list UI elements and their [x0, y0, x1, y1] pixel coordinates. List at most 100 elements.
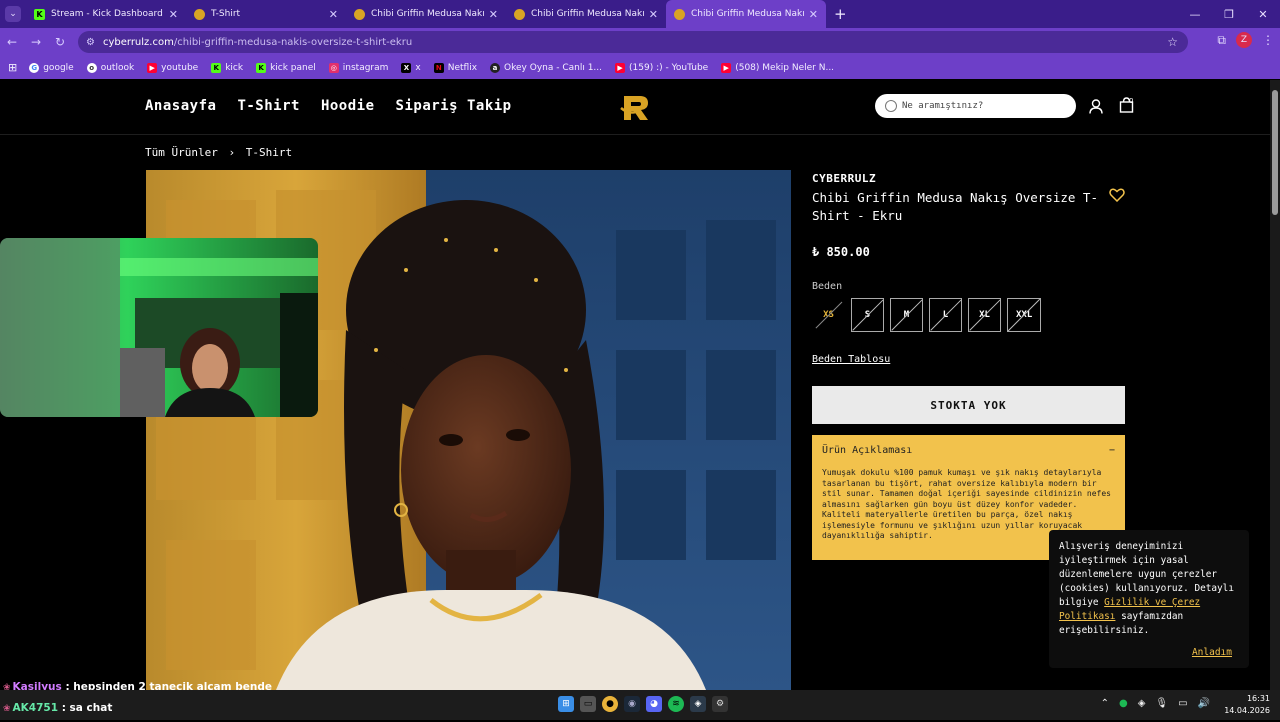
tab-title: T-Shirt	[211, 9, 241, 19]
extensions-icon[interactable]: ⧉	[1217, 33, 1226, 48]
bookmark-label: (159) :) - YouTube	[629, 62, 709, 73]
tray-expand-icon[interactable]: ⌃	[1101, 698, 1109, 709]
browser-tab[interactable]: T-Shirt ✕	[186, 0, 346, 28]
file-explorer-icon[interactable]: ▭	[580, 696, 596, 712]
description-header[interactable]: Ürün Açıklaması −	[822, 445, 1115, 456]
search-box[interactable]	[875, 94, 1076, 118]
browser-tab-bar: ⌄ K Stream - Kick Dashboard ✕ T-Shirt ✕ …	[0, 0, 1280, 28]
bookmark-outlook[interactable]: o outlook	[86, 62, 134, 73]
bookmark-youtube[interactable]: ▶ youtube	[147, 62, 198, 73]
chrome-icon[interactable]: ●	[602, 696, 618, 712]
user-icon[interactable]	[1089, 99, 1103, 114]
close-icon[interactable]: ✕	[649, 8, 658, 21]
minimize-icon[interactable]: —	[1178, 0, 1212, 28]
apps-grid-icon[interactable]: ⊞	[8, 61, 17, 74]
browser-tab[interactable]: Chibi Griffin Medusa Nakış Overs ✕	[346, 0, 506, 28]
tray-app-icon[interactable]: ●	[1119, 698, 1128, 709]
bookmark-label: kick panel	[270, 62, 316, 73]
bookmark-label: instagram	[342, 62, 389, 73]
windows-start-icon[interactable]: ⊞	[558, 696, 574, 712]
google-icon: G	[29, 62, 40, 73]
outlook-icon: o	[86, 62, 97, 73]
bookmark-instagram[interactable]: ◎ instagram	[328, 62, 389, 73]
new-tab-button[interactable]: +	[834, 5, 847, 23]
site-info-icon[interactable]: ⚙	[86, 37, 95, 48]
page-scrollbar[interactable]	[1270, 80, 1280, 690]
close-window-icon[interactable]: ✕	[1246, 0, 1280, 28]
close-icon[interactable]: ✕	[489, 8, 498, 21]
address-bar[interactable]: ⚙ cyberrulz.com/chibi-griffin-medusa-nak…	[78, 31, 1188, 53]
discord-icon[interactable]: ◕	[646, 696, 662, 712]
browser-tab[interactable]: Chibi Griffin Medusa Nakış Overs ✕	[506, 0, 666, 28]
network-icon[interactable]: ▭	[1178, 698, 1187, 709]
chat-username: AK4751	[12, 702, 59, 714]
cyberrulz-logo[interactable]	[618, 90, 652, 124]
bookmark-x[interactable]: Xx	[401, 62, 421, 73]
volume-icon[interactable]: 🔊	[1198, 698, 1210, 709]
back-icon[interactable]: ←	[0, 35, 24, 49]
nav-hoodie[interactable]: Hoodie	[321, 98, 375, 114]
breadcrumb-current[interactable]: T-Shirt	[246, 146, 292, 159]
profile-avatar[interactable]: Z	[1236, 32, 1252, 48]
bookmark-star-icon[interactable]: ☆	[1167, 35, 1178, 49]
bookmark-label: (508) Mekip Neler N...	[735, 62, 835, 73]
cyberrulz-icon	[194, 8, 205, 20]
bookmark-kick[interactable]: Kkick	[211, 62, 243, 73]
breadcrumb-all-products[interactable]: Tüm Ürünler	[145, 146, 218, 159]
cookie-accept-button[interactable]: Anladım	[1192, 647, 1232, 658]
spotify-icon[interactable]: ≋	[668, 696, 684, 712]
search-input[interactable]	[902, 101, 1062, 111]
browser-tab[interactable]: K Stream - Kick Dashboard ✕	[26, 0, 186, 28]
bookmark-okey[interactable]: a Okey Oyna - Canlı 1...	[490, 62, 603, 73]
size-option-s[interactable]: S	[851, 298, 884, 332]
nav-order-tracking[interactable]: Sipariş Takip	[396, 98, 512, 114]
microphone-icon[interactable]: 🎙	[1155, 698, 1168, 709]
more-menu-icon[interactable]: ⋮	[1262, 33, 1274, 47]
restore-icon[interactable]: ❐	[1212, 0, 1246, 28]
bookmark-netflix[interactable]: N Netflix	[433, 62, 478, 73]
kick-icon: K	[211, 62, 222, 73]
breadcrumb-separator: ›	[228, 146, 236, 159]
bookmark-label: x	[415, 62, 421, 73]
forward-icon[interactable]: →	[24, 35, 48, 49]
size-option-xs[interactable]: XS	[812, 298, 845, 332]
steam-alt-icon[interactable]: ◈	[690, 696, 706, 712]
reload-icon[interactable]: ↻	[48, 35, 72, 49]
close-icon[interactable]: ✕	[329, 8, 338, 21]
close-icon[interactable]: ✕	[809, 8, 818, 21]
bookmark-youtube-159[interactable]: ▶ (159) :) - YouTube	[615, 62, 709, 73]
size-option-m[interactable]: M	[890, 298, 923, 332]
okey-icon: a	[490, 62, 501, 73]
product-brand[interactable]: CYBERRULZ	[812, 172, 1125, 185]
site-nav: Anasayfa T-Shirt Hoodie Sipariş Takip	[145, 98, 512, 114]
size-option-xxl[interactable]: XXL	[1007, 298, 1042, 332]
size-options: XS S M L XL XXL	[812, 298, 1125, 332]
nav-tshirt[interactable]: T-Shirt	[237, 98, 300, 114]
app-icon[interactable]: ⚙	[712, 696, 728, 712]
tab-search-button[interactable]: ⌄	[0, 0, 26, 28]
collapse-icon[interactable]: −	[1109, 445, 1115, 456]
close-icon[interactable]: ✕	[169, 8, 178, 21]
browser-tab-active[interactable]: Chibi Griffin Medusa Nakış Overs ✕	[666, 0, 826, 28]
browser-toolbar: ← → ↻ ⚙ cyberrulz.com/chibi-griffin-medu…	[0, 28, 1280, 56]
bookmark-google[interactable]: Ggoogle	[29, 62, 74, 73]
bookmark-youtube-508[interactable]: ▶ (508) Mekip Neler N...	[721, 62, 835, 73]
bookmark-label: Netflix	[447, 62, 478, 73]
scrollbar-thumb[interactable]	[1272, 90, 1278, 215]
steam-icon[interactable]: ◉	[624, 696, 640, 712]
web-page: Anasayfa T-Shirt Hoodie Sipariş Takip 0 …	[0, 80, 1270, 690]
favorite-heart-icon[interactable]	[1109, 188, 1125, 202]
out-of-stock-button[interactable]: STOKTA YOK	[812, 386, 1125, 424]
tray-steam-icon[interactable]: ◈	[1138, 698, 1146, 709]
size-option-l[interactable]: L	[929, 298, 962, 332]
clock[interactable]: 16:31 14.04.2026	[1224, 693, 1270, 717]
bookmark-label: Okey Oyna - Canlı 1...	[504, 62, 603, 73]
bookmarks-bar: ⊞ Ggoogle o outlook ▶ youtube Kkick Kkick …	[0, 56, 1280, 79]
size-table-link[interactable]: Beden Tablosu	[812, 354, 890, 365]
bookmark-label: google	[43, 62, 74, 73]
nav-home[interactable]: Anasayfa	[145, 98, 216, 114]
size-option-xl[interactable]: XL	[968, 298, 1001, 332]
size-label: Beden	[812, 281, 843, 292]
youtube-icon: ▶	[615, 62, 626, 73]
bookmark-kick-panel[interactable]: Kkick panel	[256, 62, 316, 73]
